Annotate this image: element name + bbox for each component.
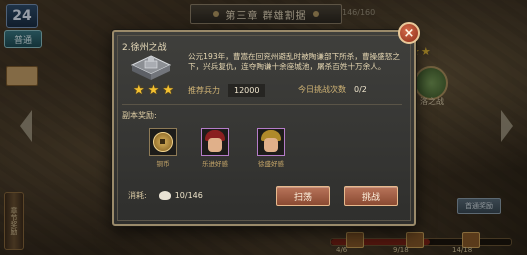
reward-name: 铜币	[156, 160, 170, 168]
reward-item-hero-favor[interactable]: 乐进好感	[198, 128, 232, 168]
star-icon: ★	[133, 83, 145, 98]
rewards-header: 副本奖励:	[122, 111, 157, 120]
reward-slot	[257, 128, 285, 156]
reward-item-hero-favor[interactable]: 徐盛好感	[254, 128, 288, 168]
recommended-power-value: 12000	[228, 84, 266, 97]
hero-portrait-icon	[260, 130, 282, 154]
recommended-power-label: 推荐兵力	[188, 86, 220, 95]
sweep-button[interactable]: 扫荡	[276, 186, 330, 206]
cost-value: 10/146	[174, 191, 203, 200]
reward-name: 乐进好感	[202, 160, 228, 168]
daily-attempts-row: 今日挑战次数 0/2	[298, 84, 367, 95]
star-icon: ★	[162, 83, 174, 98]
daily-attempts-value: 0/2	[354, 85, 367, 94]
recommended-power-row: 推荐兵力 12000	[188, 84, 266, 97]
reward-item-copper[interactable]: 铜币	[146, 128, 180, 168]
reward-slot	[201, 128, 229, 156]
stamina-icon	[158, 191, 171, 200]
challenge-button[interactable]: 挑战	[344, 186, 398, 206]
daily-attempts-label: 今日挑战次数	[298, 85, 346, 94]
hero-portrait-icon	[204, 130, 226, 154]
stage-title: 2.徐州之战	[122, 43, 167, 53]
copper-coin-icon	[153, 132, 173, 152]
section-divider	[122, 104, 402, 105]
star-icon: ★	[147, 83, 160, 98]
stage-description: 公元193年，曹嵩在回兖州避乱时被陶谦部下所杀，曹操盛怒之下，兴兵复仇，连夺陶谦…	[188, 52, 400, 72]
close-button[interactable]: ×	[398, 22, 420, 44]
reward-slot	[149, 128, 177, 156]
reward-name: 徐盛好感	[258, 160, 284, 168]
stage-rating-stars: ★ ★ ★	[133, 84, 174, 97]
cost-label: 消耗:	[128, 191, 147, 200]
stamina-cost-row: 消耗: 10/146	[128, 190, 203, 201]
castle-icon	[130, 55, 172, 80]
